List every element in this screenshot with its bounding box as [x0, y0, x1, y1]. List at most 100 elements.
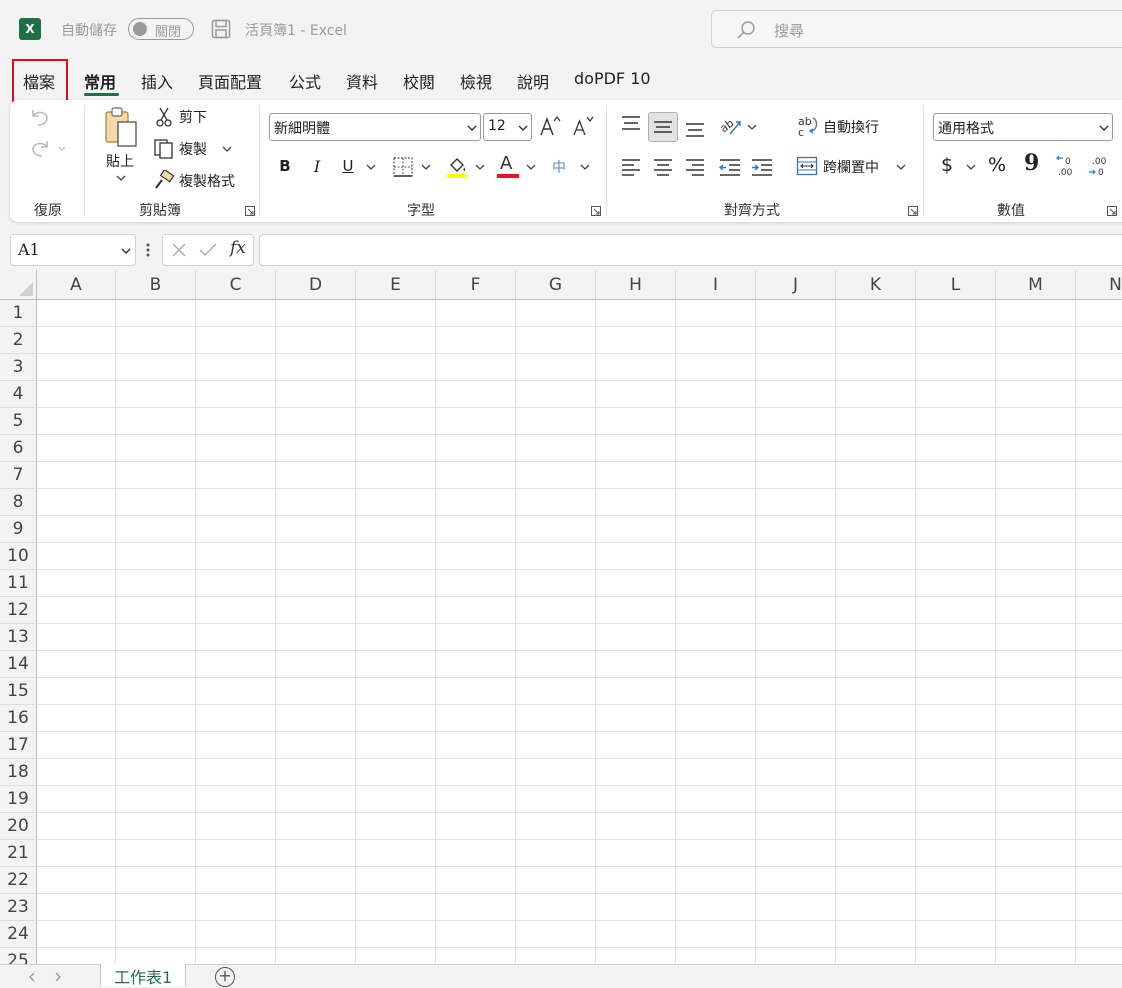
font-name-select[interactable]: 新細明體 — [269, 113, 481, 141]
row-header[interactable]: 18 — [0, 759, 37, 786]
row-header[interactable]: 7 — [0, 462, 37, 489]
tab-file[interactable]: 檔案 — [23, 69, 55, 93]
font-launcher-icon[interactable] — [591, 206, 601, 216]
row-header[interactable]: 8 — [0, 489, 37, 516]
column-header[interactable]: G — [516, 270, 596, 300]
save-icon[interactable] — [211, 19, 231, 39]
wrap-text-label[interactable]: 自動換行 — [823, 117, 879, 137]
column-header[interactable]: J — [756, 270, 836, 300]
row-header[interactable]: 13 — [0, 624, 37, 651]
column-header[interactable]: H — [596, 270, 676, 300]
row-header[interactable]: 19 — [0, 786, 37, 813]
increase-decimal-icon[interactable]: 0 .00 — [1055, 155, 1079, 179]
decrease-font-size-icon[interactable] — [572, 114, 594, 138]
comma-style-button[interactable]: 9 — [1024, 150, 1039, 176]
tab-review[interactable]: 校閱 — [403, 69, 435, 93]
align-center-icon[interactable] — [652, 157, 674, 177]
row-header[interactable]: 1 — [0, 300, 37, 327]
more-options-icon[interactable] — [145, 242, 151, 258]
column-header[interactable]: D — [276, 270, 356, 300]
wrap-text-icon[interactable]: ab c — [797, 114, 819, 138]
column-header[interactable]: E — [356, 270, 436, 300]
row-header[interactable]: 25 — [0, 948, 37, 964]
column-header[interactable]: A — [37, 270, 116, 300]
undo-icon[interactable] — [28, 106, 52, 128]
column-header[interactable]: C — [196, 270, 276, 300]
font-color-dropdown-icon[interactable] — [526, 163, 536, 171]
row-header[interactable]: 2 — [0, 327, 37, 354]
worksheet-grid[interactable]: ABCDEFGHIJKLMN 1 2 3 4 5 6 7 8 9 10 11 12 13 14 15 16 17… — [0, 270, 1122, 964]
column-header[interactable]: F — [436, 270, 516, 300]
copy-dropdown-icon[interactable] — [222, 145, 232, 153]
scroll-sheets-left-icon[interactable] — [28, 972, 36, 982]
format-painter-label[interactable]: 複製格式 — [179, 171, 235, 191]
format-painter-icon[interactable] — [153, 170, 175, 190]
underline-dropdown-icon[interactable] — [366, 163, 376, 171]
row-header[interactable]: 14 — [0, 651, 37, 678]
column-header[interactable]: K — [836, 270, 916, 300]
tab-insert[interactable]: 插入 — [141, 69, 173, 93]
decrease-decimal-icon[interactable]: .00 0 — [1087, 155, 1111, 179]
tab-view[interactable]: 檢視 — [460, 69, 492, 93]
autosave-toggle[interactable]: 關閉 — [128, 18, 194, 40]
row-header[interactable]: 22 — [0, 867, 37, 894]
tab-home[interactable]: 常用 — [84, 69, 116, 93]
underline-button[interactable]: U — [339, 155, 357, 177]
tab-page-layout[interactable]: 頁面配置 — [198, 69, 262, 93]
row-header[interactable]: 9 — [0, 516, 37, 543]
row-header[interactable]: 4 — [0, 381, 37, 408]
fill-color-icon[interactable] — [445, 155, 469, 179]
font-color-button[interactable]: A — [497, 153, 519, 178]
align-right-icon[interactable] — [684, 157, 706, 177]
font-size-select[interactable]: 12 — [483, 113, 532, 141]
align-top-icon[interactable] — [620, 115, 642, 133]
orientation-icon[interactable]: ab — [718, 114, 744, 138]
merge-center-label[interactable]: 跨欄置中 — [823, 157, 879, 177]
number-launcher-icon[interactable] — [1107, 206, 1117, 216]
row-header[interactable]: 21 — [0, 840, 37, 867]
cut-label[interactable]: 剪下 — [179, 107, 207, 127]
tab-formulas[interactable]: 公式 — [289, 69, 321, 93]
fill-color-dropdown-icon[interactable] — [475, 163, 485, 171]
row-header[interactable]: 15 — [0, 678, 37, 705]
row-header[interactable]: 10 — [0, 543, 37, 570]
borders-dropdown-icon[interactable] — [421, 163, 431, 171]
row-header[interactable]: 5 — [0, 408, 37, 435]
row-header[interactable]: 3 — [0, 354, 37, 381]
phonetic-dropdown-icon[interactable] — [580, 163, 590, 171]
row-header[interactable]: 16 — [0, 705, 37, 732]
search-box[interactable]: 搜尋 — [711, 10, 1122, 48]
cut-icon[interactable] — [155, 107, 173, 127]
align-left-icon[interactable] — [620, 157, 642, 177]
currency-dropdown-icon[interactable] — [966, 163, 976, 171]
row-header[interactable]: 24 — [0, 921, 37, 948]
merge-dropdown-icon[interactable] — [896, 163, 906, 171]
enter-check-icon[interactable] — [199, 242, 217, 258]
redo-icon[interactable] — [28, 137, 68, 159]
row-header[interactable]: 11 — [0, 570, 37, 597]
tab-help[interactable]: 說明 — [517, 69, 549, 93]
borders-icon[interactable] — [392, 156, 414, 178]
select-all-corner[interactable] — [0, 270, 37, 300]
increase-indent-icon[interactable] — [750, 157, 774, 177]
increase-font-size-icon[interactable] — [539, 114, 561, 138]
orientation-dropdown-icon[interactable] — [747, 123, 757, 131]
row-header[interactable]: 23 — [0, 894, 37, 921]
column-header[interactable]: N — [1076, 270, 1122, 300]
cancel-icon[interactable] — [171, 242, 187, 258]
clipboard-launcher-icon[interactable] — [245, 206, 255, 216]
formula-input[interactable] — [259, 234, 1122, 266]
decrease-indent-icon[interactable] — [718, 157, 742, 177]
percent-button[interactable]: % — [988, 154, 1006, 176]
currency-button[interactable]: $ — [941, 154, 953, 176]
name-box[interactable]: A1 — [10, 234, 136, 266]
row-header[interactable]: 12 — [0, 597, 37, 624]
column-header[interactable]: L — [916, 270, 996, 300]
row-header[interactable]: 6 — [0, 435, 37, 462]
bold-button[interactable]: B — [276, 155, 294, 177]
italic-button[interactable]: I — [308, 155, 326, 177]
sheet-tab-active[interactable]: 工作表1 — [100, 964, 186, 987]
add-sheet-icon[interactable]: + — [215, 967, 235, 987]
paste-dropdown-icon[interactable] — [116, 174, 126, 182]
phonetic-guide-icon[interactable]: 中 — [552, 157, 566, 177]
